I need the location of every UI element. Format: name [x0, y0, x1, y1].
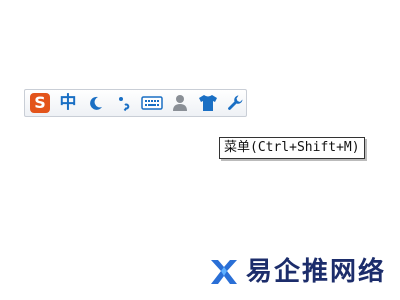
sogou-logo-icon: S — [30, 93, 50, 113]
user-center-button[interactable] — [167, 91, 193, 115]
keyboard-icon — [141, 96, 163, 110]
input-mode-button[interactable]: 中 — [55, 91, 81, 115]
punctuation-toggle-button[interactable] — [111, 91, 137, 115]
user-icon — [173, 95, 187, 111]
ime-toolbar: S 中 — [24, 89, 247, 117]
soft-keyboard-button[interactable] — [139, 91, 165, 115]
watermark: 易企推网络 — [208, 252, 386, 292]
wrench-menu-icon — [228, 95, 243, 110]
menu-tooltip: 菜单(Ctrl+Shift+M) — [219, 137, 365, 159]
watermark-text: 易企推网络 — [246, 257, 387, 287]
sogou-logo-button[interactable]: S — [27, 91, 53, 115]
watermark-logo-icon — [211, 260, 237, 284]
fullwidth-toggle-button[interactable] — [83, 91, 109, 115]
chinese-mode-icon: 中 — [59, 93, 77, 113]
skin-button[interactable] — [195, 91, 221, 115]
punctuation-icon — [119, 97, 130, 112]
skin-shirt-icon — [199, 95, 217, 111]
menu-button[interactable] — [223, 91, 249, 115]
moon-fullwidth-icon — [90, 96, 102, 110]
